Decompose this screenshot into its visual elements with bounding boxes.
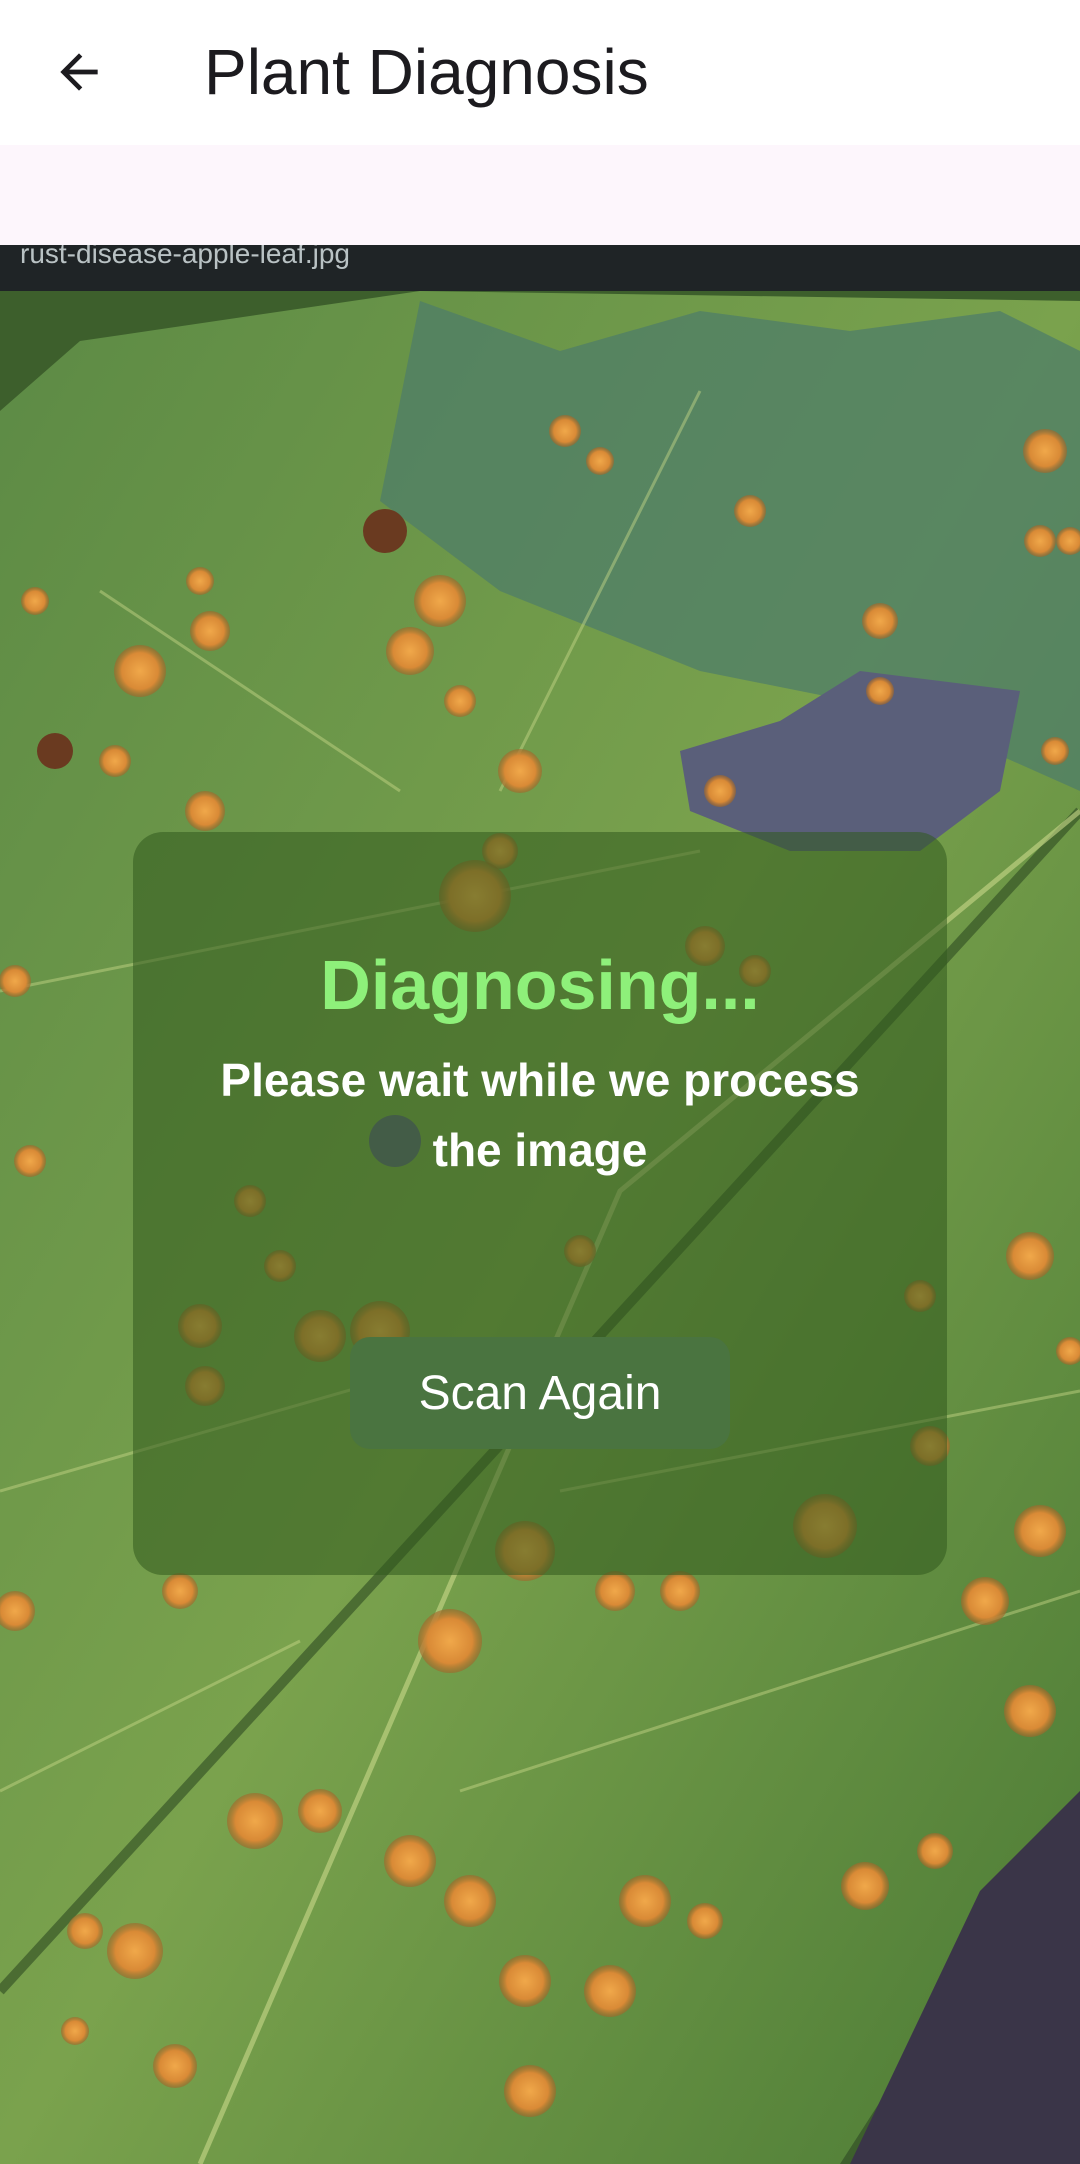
header-spacer <box>0 145 1080 245</box>
page-title: Plant Diagnosis <box>204 36 649 108</box>
scan-again-button[interactable]: Scan Again <box>350 1337 730 1449</box>
diagnosing-title: Diagnosing... <box>320 946 760 1024</box>
arrow-back-icon <box>60 53 98 91</box>
photo-caption: rust-disease-apple-leaf.jpg <box>20 245 350 269</box>
app-bar: Plant Diagnosis <box>0 0 1080 145</box>
diagnosing-overlay-card <box>133 832 947 1575</box>
back-button[interactable] <box>44 32 114 112</box>
diagnosing-message: Please wait while we process the image <box>220 1054 860 1176</box>
